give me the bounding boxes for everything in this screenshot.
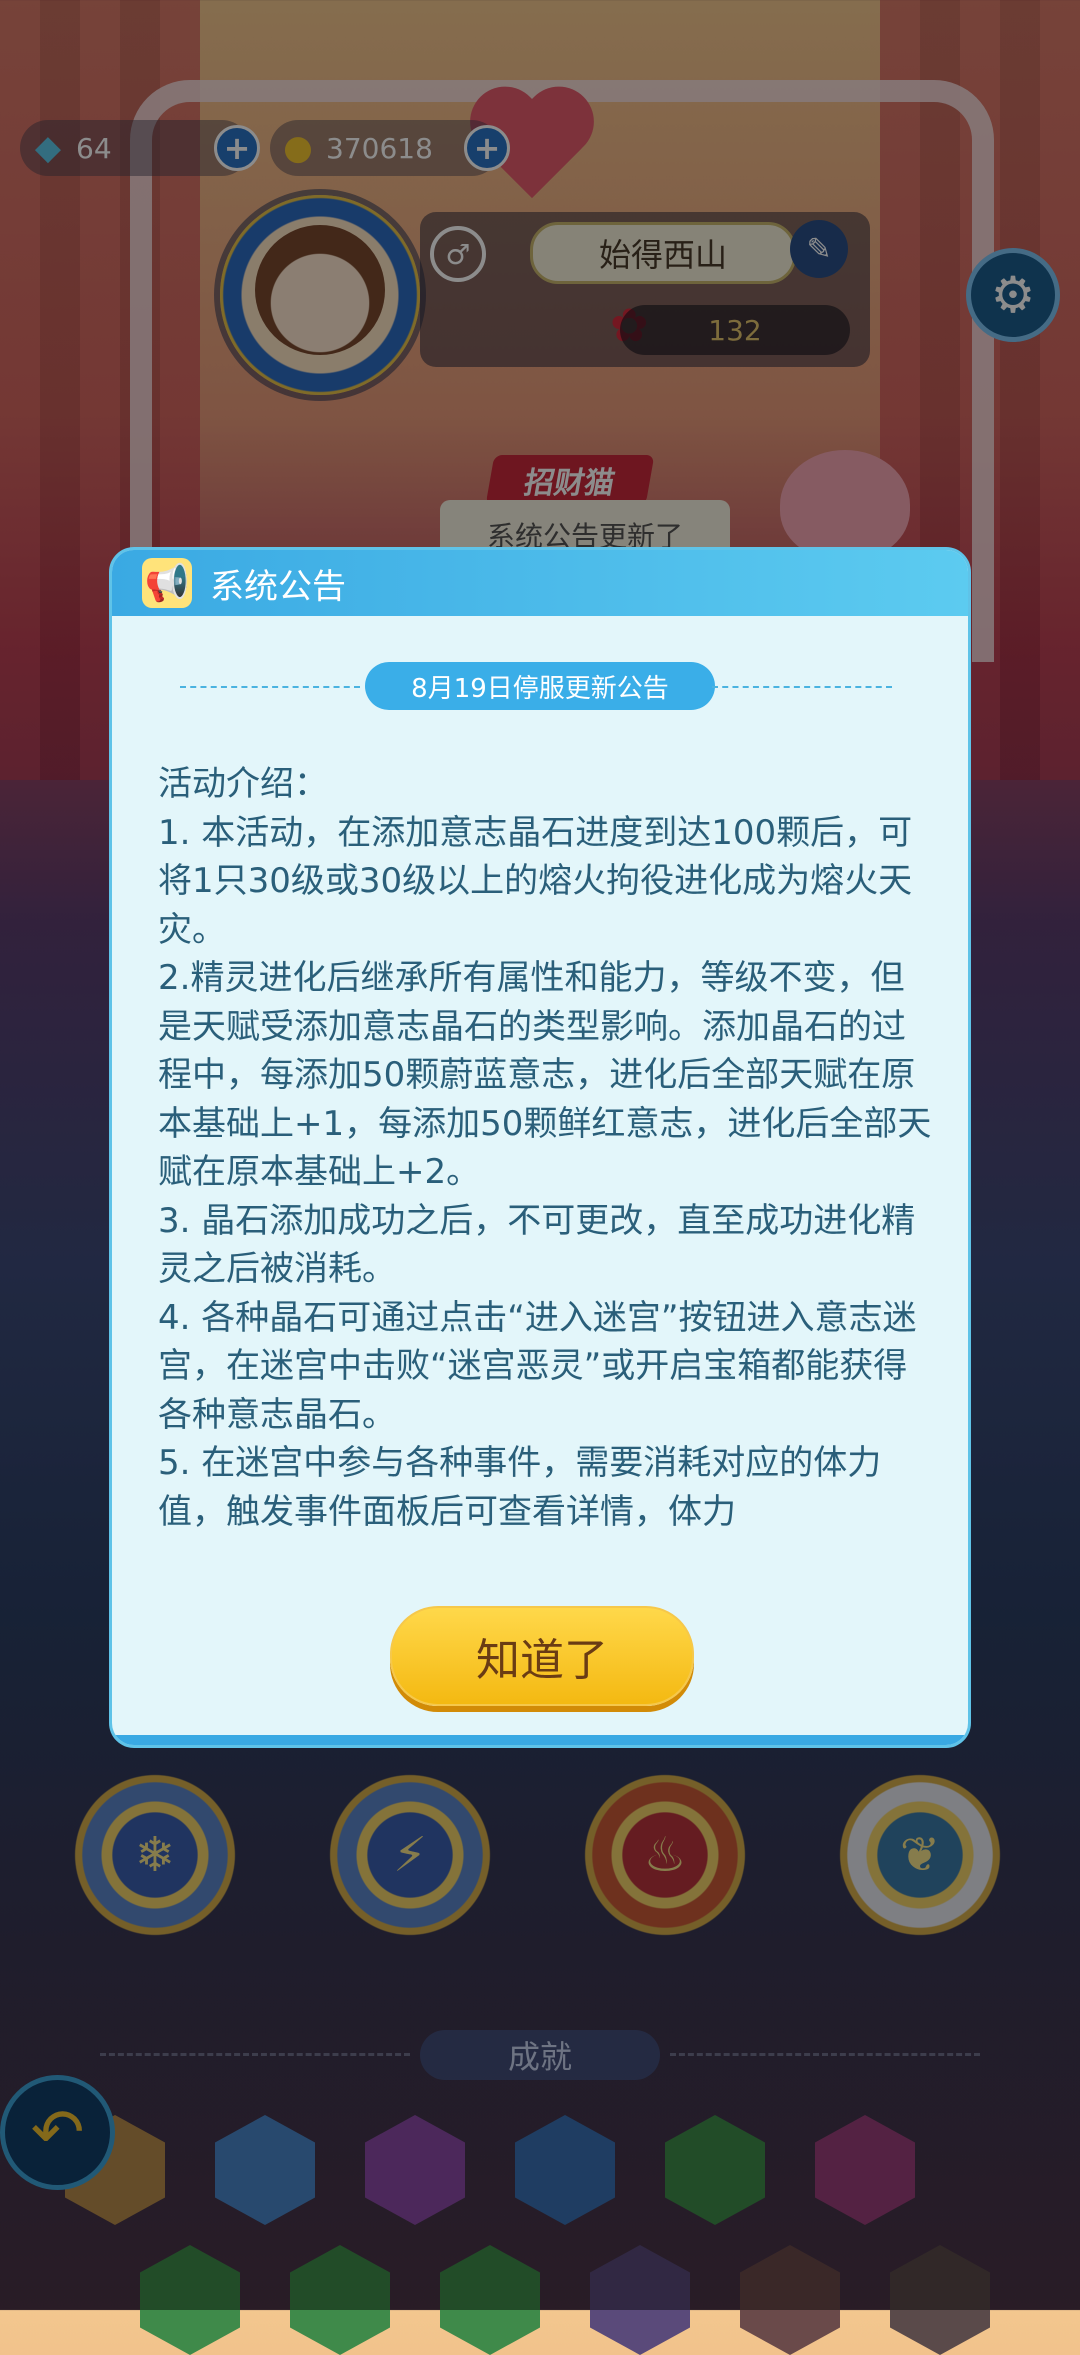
announcement-paragraph: 1. 本活动，在添加意志晶石进度到达100颗后，可将1只30级或30级以上的熔火… xyxy=(158,812,913,950)
subtitle-divider-left xyxy=(180,686,360,688)
dialog-title: 系统公告 xyxy=(210,566,346,607)
subtitle-divider-right xyxy=(712,686,892,688)
dialog-subtitle-row: 8月19日停服更新公告 xyxy=(112,662,968,710)
confirm-button[interactable]: 知道了 xyxy=(390,1606,694,1706)
dialog-bottom-edge xyxy=(112,1735,968,1745)
announcement-paragraph: 5. 在迷宫中参与各种事件，需要消耗对应的体力值，触发事件面板后可查看详情，体力 xyxy=(158,1443,882,1532)
announcement-paragraph: 活动介绍： xyxy=(158,764,328,804)
megaphone-icon: 📢 xyxy=(142,558,192,608)
announcement-paragraph: 3. 晶石添加成功之后，不可更改，直至成功进化精灵之后被消耗。 xyxy=(158,1200,916,1290)
announcement-paragraph: 4. 各种晶石可通过点击“进入迷宫”按钮进入意志迷宫，在迷宫中击败“迷宫恶灵”或… xyxy=(158,1297,917,1435)
system-announcement-dialog: 📢 系统公告 8月19日停服更新公告 活动介绍： 1. 本活动，在添加意志晶石进… xyxy=(112,550,968,1745)
dialog-header: 📢 系统公告 xyxy=(112,550,968,616)
announcement-scroll-area[interactable]: 活动介绍： 1. 本活动，在添加意志晶石进度到达100颗后，可将1只30级或30… xyxy=(158,760,938,1568)
announcement-subtitle: 8月19日停服更新公告 xyxy=(365,662,715,710)
announcement-paragraph: 2.精灵进化后继承所有属性和能力，等级不变，但是天赋受添加意志晶石的类型影响。添… xyxy=(158,958,932,1192)
